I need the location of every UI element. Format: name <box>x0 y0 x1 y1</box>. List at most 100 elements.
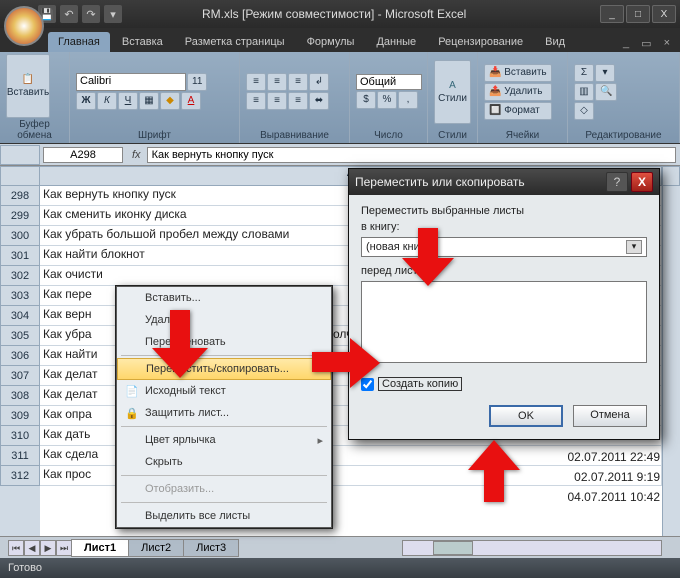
font-size-combo[interactable]: 11 <box>187 73 207 91</box>
maximize-button[interactable]: □ <box>626 5 650 23</box>
dialog-help-button[interactable]: ? <box>606 172 628 192</box>
context-menu-item[interactable]: 🔒Защитить лист... <box>117 402 331 424</box>
horizontal-scrollbar[interactable] <box>402 540 662 556</box>
row-header[interactable]: 307 <box>0 366 40 386</box>
fx-icon[interactable]: fx <box>126 149 147 161</box>
menu-item-label: Переместить/скопировать... <box>146 363 289 375</box>
ok-button[interactable]: OK <box>489 405 563 427</box>
select-all-corner[interactable] <box>0 145 40 165</box>
row-header[interactable]: 308 <box>0 386 40 406</box>
select-all-triangle[interactable] <box>0 166 40 186</box>
cancel-button[interactable]: Отмена <box>573 405 647 427</box>
align-right-button[interactable]: ≡ <box>288 92 308 110</box>
tab-data[interactable]: Данные <box>366 32 426 52</box>
context-menu-item[interactable]: Выделить все листы <box>117 505 331 527</box>
name-box[interactable]: A298 <box>43 147 123 163</box>
before-sheet-list[interactable] <box>361 281 647 363</box>
row-header[interactable]: 312 <box>0 466 40 486</box>
sheet-tab-3[interactable]: Лист3 <box>183 539 239 557</box>
dialog-title-bar[interactable]: Переместить или скопировать ? X <box>349 169 659 195</box>
submenu-arrow-icon: ▸ <box>317 434 323 447</box>
vertical-scrollbar[interactable] <box>662 186 680 536</box>
row-header[interactable]: 310 <box>0 426 40 446</box>
row-header[interactable]: 299 <box>0 206 40 226</box>
wrap-text-button[interactable]: ↲ <box>309 73 329 91</box>
create-copy-checkbox[interactable] <box>361 378 374 391</box>
tab-nav-first[interactable]: ⏮ <box>8 540 24 556</box>
fill-color-button[interactable]: ◆ <box>160 92 180 110</box>
align-middle-button[interactable]: ≡ <box>267 73 287 91</box>
comma-button[interactable]: , <box>398 91 418 109</box>
formula-input[interactable]: Как вернуть кнопку пуск <box>147 147 676 163</box>
doc-close-button[interactable]: × <box>660 35 674 52</box>
row-header[interactable]: 305 <box>0 326 40 346</box>
doc-restore-button[interactable]: ▭ <box>637 35 655 52</box>
merge-button[interactable]: ⬌ <box>309 92 329 110</box>
close-button[interactable]: X <box>652 5 676 23</box>
clear-button[interactable]: ◇ <box>574 102 594 120</box>
book-combo[interactable]: (новая книга) ▾ <box>361 237 647 257</box>
find-button[interactable]: 🔍 <box>595 83 617 101</box>
row-header[interactable]: 302 <box>0 266 40 286</box>
vscroll-up[interactable] <box>662 166 680 186</box>
chevron-down-icon[interactable]: ▾ <box>626 240 642 254</box>
tab-review[interactable]: Рецензирование <box>428 32 533 52</box>
tab-nav-last[interactable]: ⏭ <box>56 540 72 556</box>
context-menu-item[interactable]: Переименовать <box>117 331 331 353</box>
row-header[interactable]: 303 <box>0 286 40 306</box>
cells-insert-button[interactable]: 📥 Вставить <box>484 64 552 82</box>
paste-label: Вставить <box>7 87 49 98</box>
row-header[interactable]: 301 <box>0 246 40 266</box>
underline-button[interactable]: Ч <box>118 92 138 110</box>
minimize-button[interactable]: _ <box>600 5 624 23</box>
context-menu-item[interactable]: 📄Исходный текст <box>117 380 331 402</box>
doc-minimize-button[interactable]: _ <box>619 35 633 52</box>
dialog-close-button[interactable]: X <box>631 172 653 192</box>
office-button[interactable] <box>4 6 44 46</box>
row-header[interactable]: 298 <box>0 186 40 206</box>
row-header[interactable]: 304 <box>0 306 40 326</box>
cells-delete-button[interactable]: 📤 Удалить <box>484 83 552 101</box>
align-bottom-button[interactable]: ≡ <box>288 73 308 91</box>
italic-button[interactable]: К <box>97 92 117 110</box>
align-left-button[interactable]: ≡ <box>246 92 266 110</box>
align-center-button[interactable]: ≡ <box>267 92 287 110</box>
clipboard-icon: 📋 <box>22 74 34 85</box>
redo-icon[interactable]: ↷ <box>82 5 100 23</box>
font-name-combo[interactable]: Calibri <box>76 73 186 91</box>
number-format-combo[interactable]: Общий <box>356 74 422 90</box>
percent-button[interactable]: % <box>377 91 397 109</box>
tab-layout[interactable]: Разметка страницы <box>175 32 295 52</box>
cells-format-button[interactable]: 🔲 Формат <box>484 102 552 120</box>
row-header[interactable]: 300 <box>0 226 40 246</box>
tab-nav-next[interactable]: ▶ <box>40 540 56 556</box>
context-menu-item[interactable]: Удалить <box>117 309 331 331</box>
tab-view[interactable]: Вид <box>535 32 575 52</box>
context-menu-item[interactable]: Вставить... <box>117 287 331 309</box>
tab-insert[interactable]: Вставка <box>112 32 173 52</box>
fill-button[interactable]: ▥ <box>574 83 594 101</box>
bold-button[interactable]: Ж <box>76 92 96 110</box>
tab-home[interactable]: Главная <box>48 32 110 52</box>
tab-formulas[interactable]: Формулы <box>297 32 365 52</box>
row-header[interactable]: 311 <box>0 446 40 466</box>
border-button[interactable]: ▦ <box>139 92 159 110</box>
sheet-tab-2[interactable]: Лист2 <box>128 539 184 557</box>
tab-nav-prev[interactable]: ◀ <box>24 540 40 556</box>
context-menu-item[interactable]: Скрыть <box>117 451 331 473</box>
qat-dropdown-icon[interactable]: ▾ <box>104 5 122 23</box>
sheet-tab-1[interactable]: Лист1 <box>71 539 129 557</box>
sort-filter-button[interactable]: ▾ <box>595 64 615 82</box>
hscroll-thumb[interactable] <box>433 541 473 555</box>
undo-icon[interactable]: ↶ <box>60 5 78 23</box>
context-menu-item[interactable]: Переместить/скопировать... <box>117 358 331 380</box>
row-header[interactable]: 309 <box>0 406 40 426</box>
row-header[interactable]: 306 <box>0 346 40 366</box>
font-color-button[interactable]: A <box>181 92 201 110</box>
paste-button[interactable]: 📋 Вставить <box>6 54 50 118</box>
context-menu-item[interactable]: Цвет ярлычка▸ <box>117 429 331 451</box>
align-top-button[interactable]: ≡ <box>246 73 266 91</box>
styles-button[interactable]: AСтили <box>434 60 471 124</box>
autosum-button[interactable]: Σ <box>574 64 594 82</box>
currency-button[interactable]: $ <box>356 91 376 109</box>
